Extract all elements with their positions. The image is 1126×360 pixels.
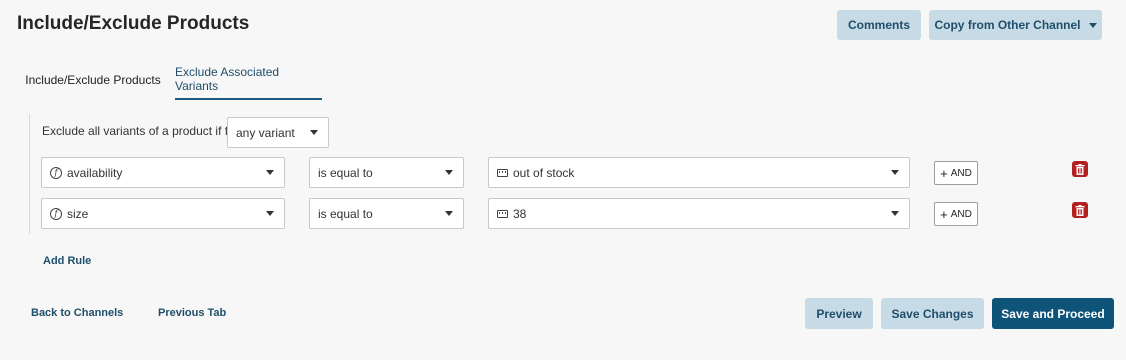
chevron-down-icon: [445, 211, 453, 216]
save-and-proceed-label: Save and Proceed: [1001, 306, 1105, 321]
rule-field-value: size: [67, 206, 89, 221]
rule-field-select[interactable]: f size: [41, 198, 285, 229]
rule-field-select[interactable]: f availability: [41, 157, 285, 188]
save-and-proceed-button[interactable]: Save and Proceed: [992, 298, 1114, 329]
chevron-down-icon: [891, 170, 899, 175]
delete-rule-button[interactable]: [1072, 202, 1088, 218]
rule-value-select[interactable]: out of stock: [488, 157, 910, 188]
and-label: AND: [950, 167, 972, 179]
and-label: AND: [950, 208, 972, 220]
function-icon: f: [50, 166, 62, 179]
rule-operator-value: is equal to: [318, 206, 373, 221]
comments-button-label: Comments: [847, 18, 910, 32]
keyboard-icon: [497, 168, 508, 177]
plus-icon: +: [940, 206, 948, 222]
add-rule-link[interactable]: Add Rule: [43, 255, 91, 267]
copy-from-channel-button[interactable]: Copy from Other Channel: [929, 10, 1102, 40]
save-changes-button[interactable]: Save Changes: [881, 298, 984, 329]
tab-include-exclude-products[interactable]: Include/Exclude Products: [17, 60, 169, 100]
add-and-condition-button[interactable]: + AND: [934, 202, 978, 226]
keyboard-icon: [497, 209, 508, 218]
add-and-condition-button[interactable]: + AND: [934, 161, 978, 185]
variant-scope-value: any variant: [236, 125, 295, 140]
save-changes-label: Save Changes: [891, 306, 974, 321]
chevron-down-icon: [310, 130, 318, 135]
tab-label: Exclude Associated Variants: [175, 65, 280, 93]
preview-button-label: Preview: [816, 306, 862, 321]
trash-icon: [1075, 163, 1085, 175]
chevron-down-icon: [266, 211, 274, 216]
tab-label: Include/Exclude Products: [25, 73, 161, 87]
trash-icon: [1075, 204, 1085, 216]
rule-scope-label: Exclude all variants of a product if for: [42, 124, 239, 138]
rule-value-text: out of stock: [513, 165, 575, 180]
page-title: Include/Exclude Products: [17, 13, 250, 34]
delete-rule-button[interactable]: [1072, 161, 1088, 177]
rule-value-select[interactable]: 38: [488, 198, 910, 229]
chevron-down-icon: [891, 211, 899, 216]
previous-tab-link[interactable]: Previous Tab: [158, 307, 226, 319]
tab-exclude-associated-variants[interactable]: Exclude Associated Variants: [175, 60, 322, 100]
rule-operator-select[interactable]: is equal to: [309, 198, 464, 229]
rule-field-value: availability: [67, 165, 123, 180]
comments-button[interactable]: Comments: [837, 10, 921, 40]
chevron-down-icon: [1088, 22, 1097, 28]
rule-operator-value: is equal to: [318, 165, 373, 180]
rule-value-text: 38: [513, 206, 527, 221]
plus-icon: +: [940, 165, 948, 181]
chevron-down-icon: [445, 170, 453, 175]
preview-button[interactable]: Preview: [805, 298, 873, 329]
back-to-channels-link[interactable]: Back to Channels: [31, 307, 123, 319]
chevron-down-icon: [266, 170, 274, 175]
function-icon: f: [50, 207, 62, 220]
copy-from-channel-label: Copy from Other Channel: [934, 18, 1081, 32]
variant-scope-select[interactable]: any variant: [227, 117, 329, 148]
rule-operator-select[interactable]: is equal to: [309, 157, 464, 188]
